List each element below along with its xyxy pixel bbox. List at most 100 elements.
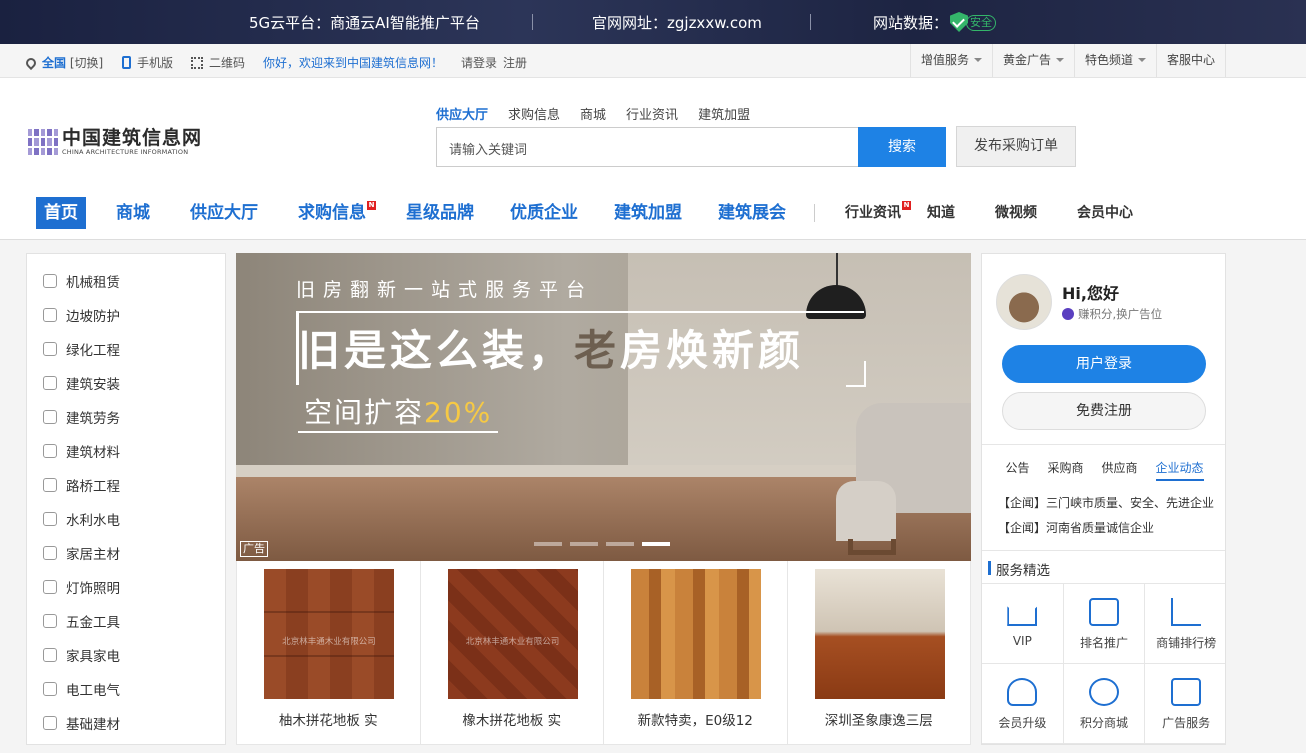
- carousel-dot-active[interactable]: [642, 542, 670, 546]
- hero-banner[interactable]: 旧房翻新一站式服务平台 旧是这么装，老房焕新颜 空间扩容20% 广告: [236, 253, 971, 561]
- site-data-label: 网站数据：: [873, 14, 949, 32]
- menu-service-center[interactable]: 客服中心: [1155, 44, 1226, 77]
- category-label: 绿化工程: [66, 343, 120, 359]
- category-item[interactable]: 灯饰照明: [43, 577, 120, 597]
- top-banner: 5G云平台：商通云AI智能推广平台 官网网址：zgjzxxw.com 网站数据：…: [0, 0, 1306, 44]
- nav-divider: [814, 204, 815, 222]
- product-name[interactable]: 新款特卖，E0级12: [604, 709, 787, 729]
- category-item[interactable]: 家居主材: [43, 543, 120, 563]
- product-name[interactable]: 橡木拼花地板 实: [421, 709, 604, 729]
- category-item[interactable]: 家具家电: [43, 645, 120, 665]
- service-label: 排名推广: [1079, 636, 1128, 650]
- category-item[interactable]: 路桥工程: [43, 475, 120, 495]
- product-image[interactable]: [814, 569, 945, 699]
- publish-order-button[interactable]: 发布采购订单: [956, 126, 1076, 167]
- menu-label: 黄金广告: [1002, 53, 1051, 67]
- ad-icon: [1171, 678, 1202, 706]
- carousel-dot[interactable]: [534, 542, 562, 546]
- product-card[interactable]: 北京林丰通木业有限公司 柚木拼花地板 实: [237, 561, 421, 744]
- product-name[interactable]: 柚木拼花地板 实: [237, 709, 420, 729]
- category-item[interactable]: 建筑材料: [43, 441, 120, 461]
- qrcode-link[interactable]: 二维码: [191, 54, 245, 71]
- nav-microvideo[interactable]: 微视频: [995, 197, 1037, 229]
- category-label: 建筑安装: [66, 377, 120, 393]
- tab-enterprise-news[interactable]: 企业动态: [1155, 459, 1204, 481]
- category-item[interactable]: 五金工具: [43, 611, 120, 631]
- product-card[interactable]: 深圳圣象康逸三层: [788, 561, 971, 744]
- search-tab-mall[interactable]: 商城: [580, 104, 606, 123]
- platform-text: 5G云平台：商通云AI智能推广平台: [249, 14, 480, 32]
- carousel-dot[interactable]: [606, 542, 634, 546]
- coin-icon: [1062, 308, 1074, 320]
- search-tab-franchise[interactable]: 建筑加盟: [698, 104, 750, 123]
- site-logo[interactable]: 中国建筑信息网 CHINA ARCHITECTURE INFORMATION: [28, 128, 202, 156]
- headline-part: 房焕新颜: [620, 326, 805, 375]
- service-upgrade[interactable]: 会员升级: [982, 664, 1064, 744]
- nav-enterprises[interactable]: 优质企业: [510, 197, 578, 229]
- category-label: 基础建材: [66, 717, 120, 733]
- category-item[interactable]: 机械租赁: [43, 271, 120, 291]
- register-link[interactable]: 注册: [503, 54, 527, 71]
- nav-home[interactable]: 首页: [36, 197, 86, 229]
- nav-industry-news[interactable]: 行业资讯 N: [845, 197, 911, 229]
- nav-member-center[interactable]: 会员中心: [1077, 197, 1133, 229]
- category-item[interactable]: 建筑劳务: [43, 407, 120, 427]
- category-item[interactable]: 边坡防护: [43, 305, 120, 325]
- search-tab-news[interactable]: 行业资讯: [626, 104, 678, 123]
- news-item[interactable]: 【企闻】三门峡市质量、安全、先进企业: [998, 494, 1214, 511]
- tab-suppliers[interactable]: 供应商: [1102, 459, 1138, 484]
- nav-expo[interactable]: 建筑展会: [718, 197, 786, 229]
- search-tab-purchase[interactable]: 求购信息: [508, 104, 560, 123]
- menu-value-added[interactable]: 增值服务: [909, 44, 992, 77]
- subline-text: 空间扩容: [304, 396, 425, 429]
- nav-mall[interactable]: 商城: [116, 197, 150, 229]
- menu-channels[interactable]: 特色频道: [1073, 44, 1156, 77]
- product-image[interactable]: 北京林丰通木业有限公司: [264, 569, 394, 699]
- tab-notice[interactable]: 公告: [1005, 459, 1029, 484]
- category-item[interactable]: 电工电气: [43, 679, 120, 699]
- service-vip[interactable]: VIP: [982, 584, 1064, 664]
- nav-franchise[interactable]: 建筑加盟: [614, 197, 682, 229]
- region-switch[interactable]: [切换]: [70, 56, 103, 70]
- product-image[interactable]: 北京林丰通木业有限公司: [447, 569, 578, 699]
- service-points-mall[interactable]: 积分商城: [1063, 664, 1146, 744]
- service-title: 服务精选: [996, 563, 1050, 579]
- nav-zhidao[interactable]: 知道: [927, 197, 955, 229]
- menu-gold-ads[interactable]: 黄金广告: [991, 44, 1074, 77]
- tab-buyers[interactable]: 采购商: [1047, 459, 1083, 484]
- bar-chart-icon: [1171, 598, 1202, 626]
- carousel-dot[interactable]: [570, 542, 598, 546]
- login-link[interactable]: 请登录: [461, 54, 497, 71]
- category-item[interactable]: 基础建材: [43, 713, 120, 733]
- news-item[interactable]: 【企闻】河南省质量诚信企业: [998, 519, 1154, 536]
- qrcode-label: 二维码: [209, 56, 246, 70]
- product-card[interactable]: 北京林丰通木业有限公司 橡木拼花地板 实: [421, 561, 604, 744]
- product-image[interactable]: [631, 569, 761, 699]
- installation-icon: [43, 376, 57, 390]
- nav-supply[interactable]: 供应大厅: [190, 197, 258, 229]
- menu-label: 客服中心: [1166, 53, 1215, 67]
- region-selector[interactable]: 全国 [切换]: [23, 54, 103, 71]
- category-label: 机械租赁: [66, 275, 120, 291]
- search-button[interactable]: 搜索: [858, 127, 946, 167]
- category-item[interactable]: 建筑安装: [43, 373, 120, 393]
- nav-purchase[interactable]: 求购信息 N: [298, 197, 376, 229]
- product-name[interactable]: 深圳圣象康逸三层: [788, 709, 971, 729]
- category-item[interactable]: 水利水电: [43, 509, 120, 529]
- search-tab-supply[interactable]: 供应大厅: [436, 104, 488, 123]
- service-shop-rank[interactable]: 商铺排行榜: [1145, 584, 1225, 664]
- product-card[interactable]: 新款特卖，E0级12: [604, 561, 788, 744]
- free-register-button[interactable]: 免费注册: [1002, 392, 1206, 430]
- nav-brands[interactable]: 星级品牌: [406, 197, 474, 229]
- earn-points-link[interactable]: 赚积分,换广告位: [1062, 306, 1162, 322]
- logo-text: 中国建筑信息网 CHINA ARCHITECTURE INFORMATION: [62, 128, 202, 156]
- service-ranking[interactable]: 排名推广: [1063, 584, 1146, 664]
- site-data[interactable]: 网站数据： 安全: [873, 12, 997, 33]
- category-item[interactable]: 绿化工程: [43, 339, 120, 359]
- search-input[interactable]: 请输入关键词: [436, 127, 858, 167]
- mobile-link[interactable]: 手机版: [122, 54, 173, 71]
- service-label: 积分商城: [1079, 716, 1128, 730]
- materials-icon: [43, 444, 57, 458]
- user-login-button[interactable]: 用户登录: [1002, 345, 1206, 383]
- service-ads[interactable]: 广告服务: [1145, 664, 1225, 744]
